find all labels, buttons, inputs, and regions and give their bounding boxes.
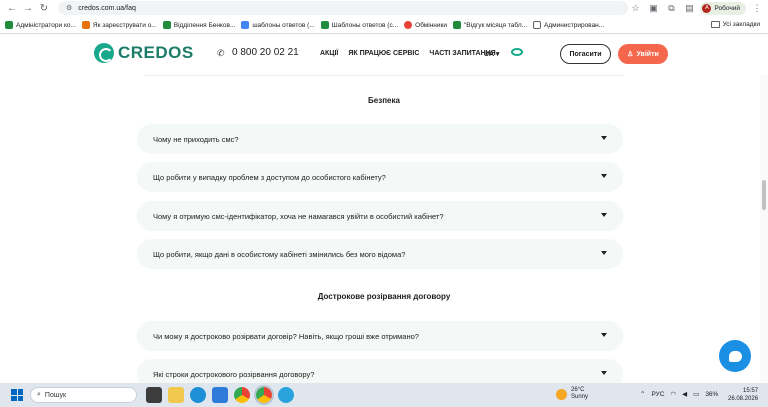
windows-start-icon[interactable] [11,389,23,401]
weather-temp: 26°C [571,387,585,393]
task-view-icon[interactable] [146,387,162,403]
profile-button[interactable]: А Робочий [700,1,746,15]
date: 26.08.2026 [728,396,759,402]
login-button[interactable]: ♙ Увійти [618,44,668,64]
faq-item[interactable]: Чому я отримую смс-ідентифікатор, хоча н… [137,201,623,231]
url-text: credos.com.ua/faq [78,4,136,12]
bookmark-item[interactable]: Администрирован... [533,21,604,29]
section-title-security: Безпека [368,96,400,105]
page-scrollbar[interactable] [760,75,768,383]
star-icon[interactable]: ☆ [628,1,642,15]
caret-down-icon [601,174,607,178]
sheets-icon [452,21,461,29]
battery-icon[interactable]: ▭ [693,390,699,398]
scroll-thumb[interactable] [762,180,766,210]
edge-icon[interactable] [190,387,206,403]
chevron-down-icon: ▾ [495,51,500,58]
taskbar: ⌕ Пошук 26°C Sunny ⌃ РУС ◠ ◀ ▭ 36% 15:57… [0,383,768,407]
menu-item-how-it-works[interactable]: ЯК ПРАЦЮЄ СЕРВІС [348,50,419,57]
phone-icon: ✆ [217,47,225,58]
puzzle-icon[interactable]: ⧉ [664,1,678,15]
faq-item[interactable]: Чому не приходить смс? [137,124,623,154]
browser-tools: ☆ ▣ ⧉ ▤ А Робочий ⋮ [628,1,764,15]
logo-icon [94,43,114,63]
docs-icon [241,21,250,29]
phone-link[interactable]: ✆ 0 800 20 02 21 [217,47,299,58]
phone-number: 0 800 20 02 21 [232,47,299,58]
caret-down-icon [601,136,607,140]
chevron-up-icon[interactable]: ⌃ [640,390,645,398]
favicon-icon [81,21,90,29]
forward-icon[interactable]: → [20,2,36,16]
site-logo[interactable]: CREDOS [94,43,194,63]
caret-down-icon [601,333,607,337]
sheets-icon [320,21,329,29]
favicon-icon [404,21,413,29]
bookmark-item[interactable]: "Відгук місяця табл... [452,21,527,29]
menu-icon[interactable]: ⋮ [750,1,764,15]
browser-toolbar: ← → ↻ ⚙ credos.com.ua/faq ☆ ▣ ⧉ ▤ А Робо… [0,0,768,17]
wifi-icon[interactable]: ◠ [670,390,676,398]
pay-button[interactable]: Погасити [560,44,611,64]
bookmark-item[interactable]: Як зареєструвати о... [81,21,157,29]
system-tray: ⌃ РУС ◠ ◀ ▭ 36% [640,390,719,399]
bookmarks-bar: Адміністратори ко... Як зареєструвати о.… [0,17,768,34]
site-header: CREDOS ✆ 0 800 20 02 21 АКЦІЇ ЯК ПРАЦЮЄ … [0,35,768,75]
battery-level: 36% [705,390,719,398]
taskbar-search[interactable]: ⌕ Пошук [30,387,137,403]
taskbar-apps [146,385,294,405]
chat-icon [728,350,742,362]
clock[interactable]: 15:57 26.08.2026 [728,387,758,403]
chrome-icon[interactable] [234,387,250,403]
folder-icon [710,21,720,28]
bookmark-item[interactable]: Адміністратори ко... [5,21,76,29]
menu-item-promotions[interactable]: АКЦІЇ [320,50,338,57]
faq-content: Безпека Чому не приходить смс? Що робити… [0,75,768,389]
login-label: Увійти [636,50,659,58]
sheets-icon [5,21,13,29]
reload-icon[interactable]: ↻ [36,2,52,16]
back-icon[interactable]: ← [4,2,20,16]
main-menu: АКЦІЇ ЯК ПРАЦЮЄ СЕРВІС ЧАСТІ ЗАПИТАННЯ [320,50,496,57]
profile-label: Робочий [714,4,740,12]
language-select[interactable]: UA ▾ [484,50,499,58]
caret-down-icon [601,251,607,255]
faq-item[interactable]: Що робити, якщо дані в особистому кабіне… [137,239,623,269]
site-settings-icon[interactable]: ⚙ [66,4,72,12]
user-icon: ♙ [627,51,634,58]
telegram-icon[interactable] [278,387,294,403]
eye-icon[interactable] [511,48,523,56]
address-bar[interactable]: ⚙ credos.com.ua/faq [58,1,628,15]
faq-item[interactable]: Що робити у випадку проблем з доступом д… [137,162,623,192]
bookmark-item[interactable]: шаблоны ответов (... [241,21,315,29]
divider [145,75,623,76]
time: 15:57 [743,388,759,394]
section-title-early-termination: Дострокове розірвання договору [317,292,451,301]
files-icon[interactable] [168,387,184,403]
chrome-active-icon[interactable] [254,385,274,405]
caret-down-icon [601,213,607,217]
sidebar-icon[interactable]: ▤ [682,1,696,15]
extension-icon[interactable]: ▣ [646,1,660,15]
bookmark-item[interactable]: Обмінники [404,21,447,29]
all-bookmarks[interactable]: Усі закладки [710,21,760,28]
bookmark-item[interactable]: Шаблоны ответов (с... [320,21,398,29]
input-language[interactable]: РУС [651,391,664,398]
bookmark-item[interactable]: Відділення Бенков... [162,21,235,29]
weather-desc: Sunny [571,394,589,400]
volume-icon[interactable]: ◀ [682,390,687,398]
faq-item[interactable]: Чи можу я достроково розірвати договір? … [137,321,623,351]
chat-button[interactable] [719,340,751,372]
logo-text: CREDOS [118,43,194,62]
sun-icon [556,388,567,400]
avatar: А [702,3,712,13]
weather-widget[interactable]: 26°C Sunny [556,387,588,401]
search-placeholder: Пошук [44,391,67,399]
caret-down-icon [601,371,607,375]
store-icon[interactable] [212,387,228,403]
sheets-icon [162,21,171,29]
search-icon: ⌕ [37,391,41,398]
folder-icon [533,21,542,29]
